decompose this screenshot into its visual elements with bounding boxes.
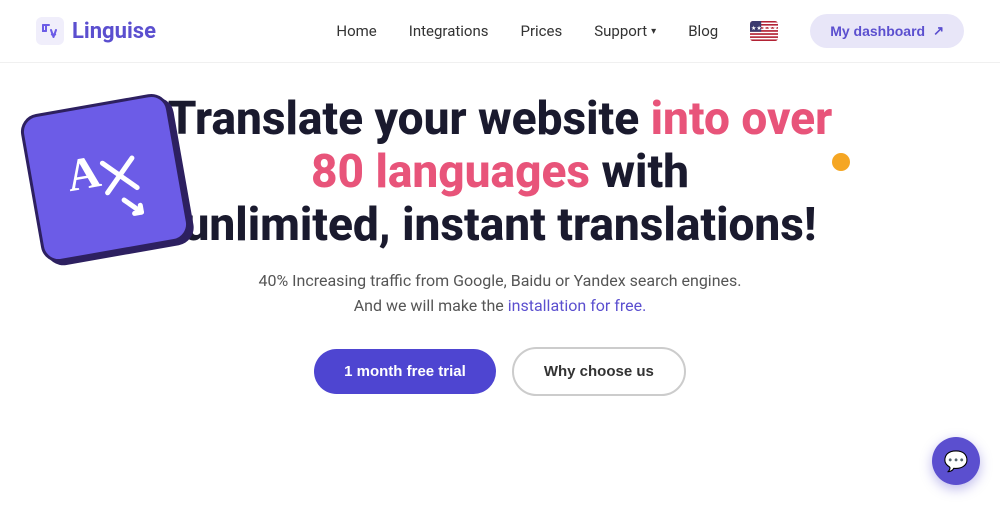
hero-buttons: 1 month free trial Why choose us	[314, 347, 686, 396]
translation-card-illustration: A	[18, 91, 192, 265]
logo-icon	[36, 17, 64, 45]
nav-integrations[interactable]: Integrations	[409, 22, 489, 40]
orange-dot-decoration	[832, 153, 850, 171]
dashboard-button[interactable]: My dashboard ↗	[810, 14, 964, 48]
svg-text:★★★★★★: ★★★★★★	[751, 25, 778, 32]
navbar: Linguise Home Integrations Prices Suppor…	[0, 0, 1000, 63]
us-flag-icon[interactable]: ★★★★★★	[750, 21, 778, 41]
why-choose-us-button[interactable]: Why choose us	[512, 347, 686, 396]
hero-subtitle-line1: 40% Increasing traffic from Google, Baid…	[258, 271, 741, 290]
nav-support[interactable]: Support ▾	[594, 22, 656, 40]
hero-title-part1: Translate your website	[168, 92, 651, 146]
hero-subtitle-line2: And we will make the	[354, 296, 508, 315]
hero-section: A Translate your website into over80 lan…	[0, 63, 1000, 396]
logo[interactable]: Linguise	[36, 17, 156, 45]
hero-subtitle: 40% Increasing traffic from Google, Baid…	[258, 268, 741, 319]
svg-text:A: A	[63, 145, 105, 201]
chat-icon: 💬	[944, 449, 969, 473]
nav-home[interactable]: Home	[336, 22, 376, 40]
free-trial-button[interactable]: 1 month free trial	[314, 349, 496, 394]
hero-title: Translate your website into over80 langu…	[168, 93, 833, 252]
installation-link[interactable]: installation for free.	[508, 296, 647, 315]
external-link-icon: ↗	[933, 23, 944, 39]
translate-icon: A	[53, 126, 157, 230]
chat-bubble-button[interactable]: 💬	[932, 437, 980, 485]
nav-blog[interactable]: Blog	[688, 22, 718, 40]
logo-text: Linguise	[72, 19, 156, 44]
nav-links: Home Integrations Prices Support ▾ Blog	[336, 14, 964, 48]
support-chevron-icon: ▾	[651, 26, 656, 37]
nav-prices[interactable]: Prices	[520, 22, 562, 40]
